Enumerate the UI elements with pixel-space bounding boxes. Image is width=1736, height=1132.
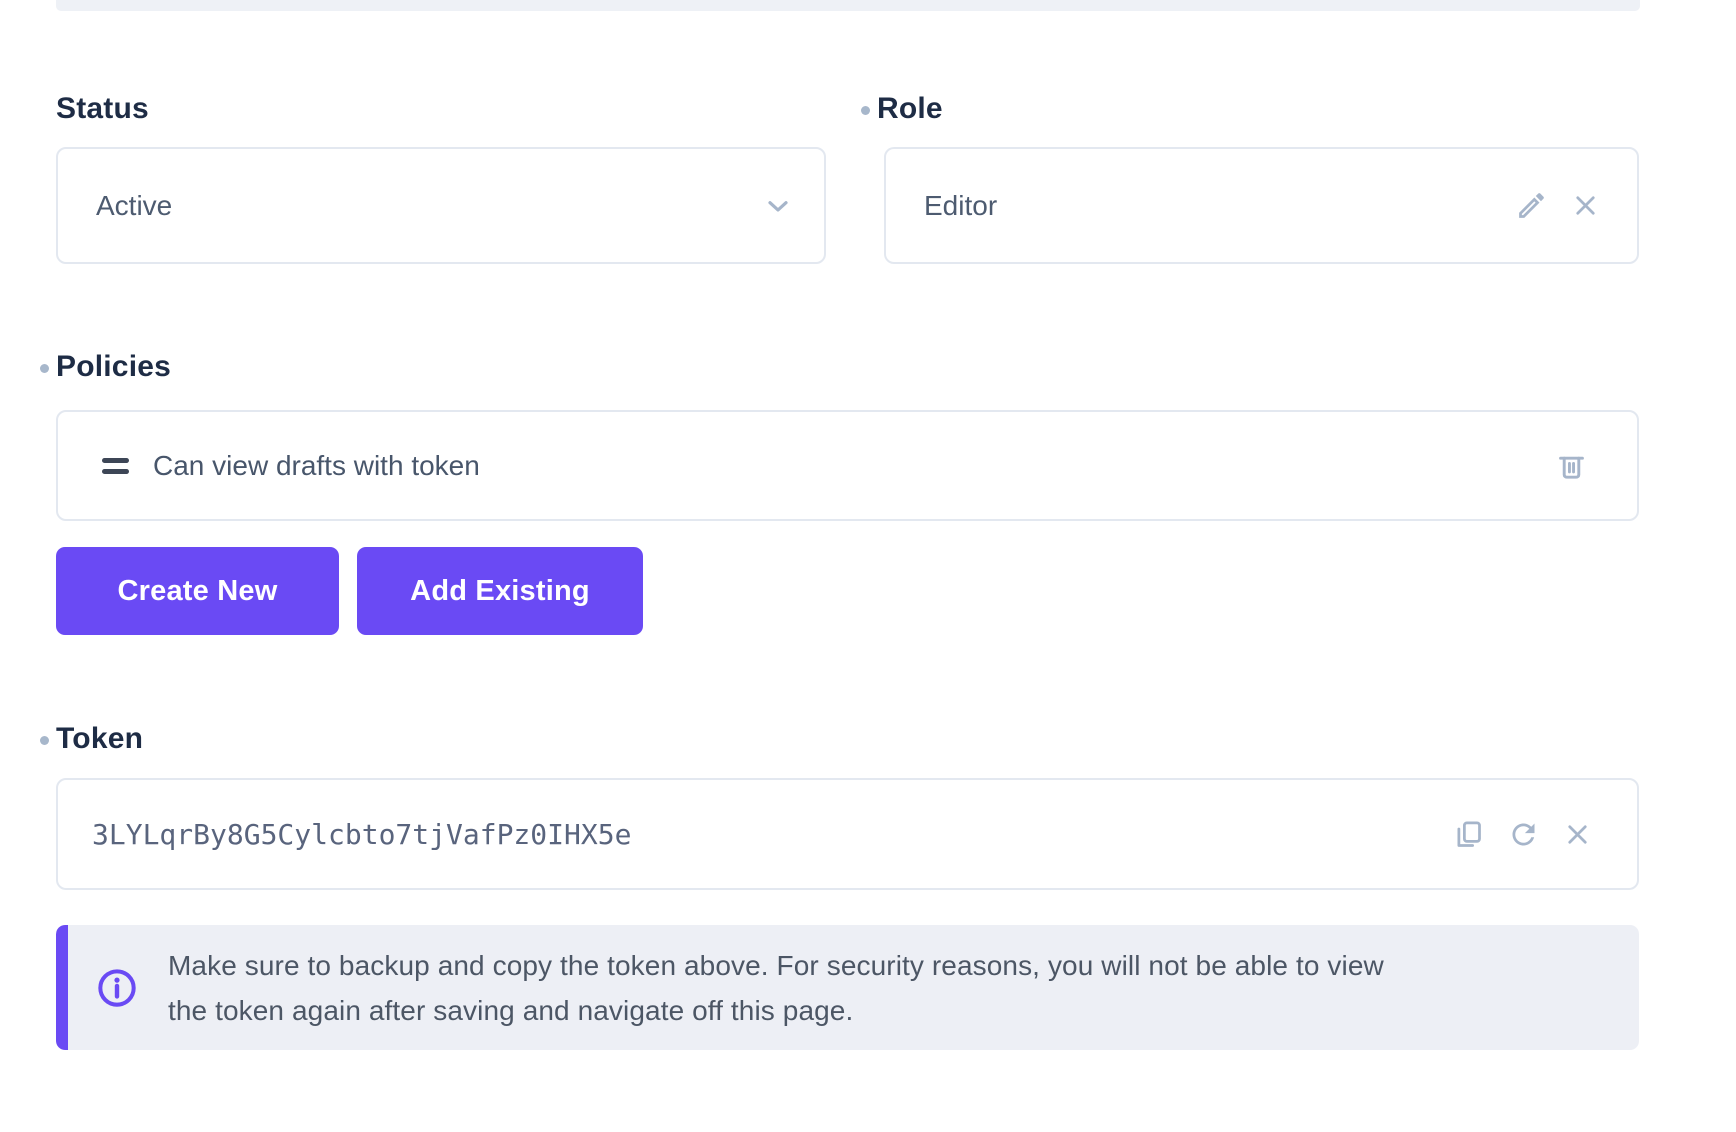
status-select[interactable]: Active: [56, 147, 826, 264]
close-icon[interactable]: [1570, 190, 1601, 221]
role-field[interactable]: Editor: [884, 147, 1639, 264]
token-edited-dot: [40, 736, 49, 745]
status-value: Active: [96, 190, 762, 222]
chevron-down-icon[interactable]: [762, 190, 794, 222]
top-divider: [56, 0, 1640, 11]
role-value: Editor: [924, 190, 1515, 222]
status-label: Status: [56, 92, 149, 126]
token-field[interactable]: 3LYLqrBy8G5Cylcbto7tjVafPz0IHX5e: [56, 778, 1639, 890]
copy-icon[interactable]: [1452, 818, 1485, 851]
close-icon[interactable]: [1562, 819, 1593, 850]
role-label-text: Role: [877, 92, 943, 126]
info-icon: [94, 965, 140, 1011]
role-label: Role: [861, 92, 943, 126]
add-existing-label: Add Existing: [410, 575, 590, 608]
add-existing-button[interactable]: Add Existing: [357, 547, 643, 635]
policy-name: Can view drafts with token: [153, 450, 1554, 482]
create-new-label: Create New: [118, 575, 278, 608]
notice-text: Make sure to backup and copy the token a…: [168, 943, 1384, 1033]
notice-line-1: Make sure to backup and copy the token a…: [168, 943, 1384, 988]
refresh-icon[interactable]: [1507, 818, 1540, 851]
policies-label: Policies: [40, 350, 171, 384]
status-label-text: Status: [56, 92, 149, 126]
policies-label-text: Policies: [56, 350, 171, 384]
token-backup-notice: Make sure to backup and copy the token a…: [56, 925, 1639, 1050]
notice-line-2: the token again after saving and navigat…: [168, 988, 1384, 1033]
drag-handle[interactable]: [102, 458, 129, 474]
token-label: Token: [40, 722, 143, 756]
trash-icon[interactable]: [1554, 448, 1589, 483]
role-edited-dot: [861, 106, 870, 115]
user-detail-form: Status Active Role Editor Policies Can v…: [0, 0, 1736, 1132]
create-new-button[interactable]: Create New: [56, 547, 339, 635]
pencil-icon[interactable]: [1515, 189, 1548, 222]
token-label-text: Token: [56, 722, 143, 756]
notice-accent-bar: [56, 925, 68, 1050]
token-value: 3LYLqrBy8G5Cylcbto7tjVafPz0IHX5e: [92, 818, 1452, 851]
policy-list-item[interactable]: Can view drafts with token: [56, 410, 1639, 521]
policies-edited-dot: [40, 364, 49, 373]
